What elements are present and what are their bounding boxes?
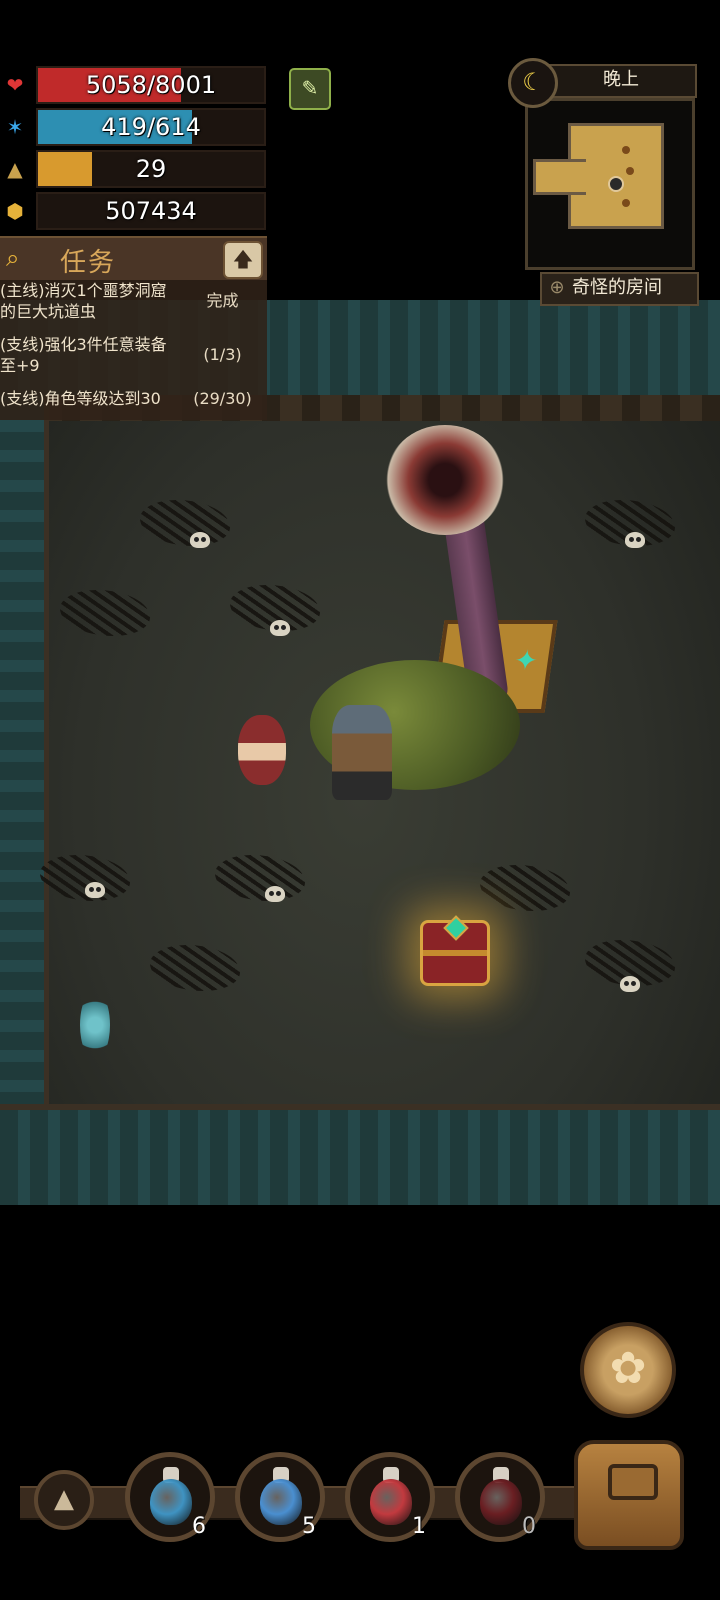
thorn-bush [150,945,240,991]
quest-header: ⌕ 任务 🡅 [0,238,267,280]
glowing-crystal-plant [80,990,110,1060]
up-triangle-icon: ▲ [54,1484,74,1514]
hp-row: ❤ 5058/8001 [0,66,270,104]
moon-icon: ☾ [508,58,558,108]
minimap-player [608,176,624,192]
minimap-marker [622,199,630,207]
gold-value: 507434 [105,197,197,225]
time-of-day-label: 晚上 [545,64,697,98]
potion-slot-2[interactable]: 5 [235,1452,325,1542]
player-character [332,705,392,800]
treasure-chest[interactable] [420,920,490,986]
potion-count: 5 [302,1514,316,1539]
quest-panel: ⌕ 任务 🡅 (主线)消灭1个噩梦洞窟的巨大坑道虫 完成 (支线)强化3件任意装… [0,236,267,420]
quest-status: (1/3) [203,345,242,364]
backpack-button[interactable] [574,1440,684,1550]
mp-row: ✶ 419/614 [0,108,270,146]
quest-status: (29/30) [193,389,252,408]
search-icon[interactable]: ⌕ [6,244,19,272]
level-row: ▲ 29 [0,150,270,188]
quest-text: (主线)消灭1个噩梦洞窟的巨大坑道虫 [0,281,167,321]
cave-wall-left [0,395,49,1110]
skull [85,882,105,898]
quest-status: 完成 [206,291,239,310]
thorn-bush [215,855,305,901]
mana-icon: ✶ [6,115,24,139]
companion-pet [238,715,286,785]
blue-potion-icon [260,1479,302,1525]
hp-bar: 5058/8001 [36,66,266,104]
quest-item[interactable]: (支线)角色等级达到30 (29/30) [0,388,267,412]
gold-bar: 507434 [36,192,266,230]
potion-slot-4[interactable]: 0 [455,1452,545,1542]
potion-count: 6 [192,1514,206,1539]
potion-count: 1 [412,1514,426,1539]
gold-row: ⬢ 507434 [0,192,270,230]
zoom-icon[interactable]: ⊕ [542,274,572,302]
thorn-bush [140,500,230,546]
potion-slot-3[interactable]: 1 [345,1452,435,1542]
skull [620,976,640,992]
minimap[interactable] [525,98,695,270]
paw-icon: ✿ [609,1343,647,1394]
collapse-arrow-button[interactable]: 🡅 [223,241,263,279]
room-name: 奇怪的房间 [572,277,662,298]
quest-text: (支线)强化3件任意装备至+9 [0,335,167,375]
level-bar: 29 [36,150,266,188]
skull [270,620,290,636]
minimap-corridor [533,159,586,195]
quest-title: 任务 [60,248,117,278]
scroll-icon: ✎ [301,76,319,100]
game-scene[interactable] [0,300,720,1205]
cave-wall-bottom [0,1104,720,1205]
potion-slot-1[interactable]: 6 [125,1452,215,1542]
quest-text: (支线)角色等级达到30 [0,389,161,408]
hp-value: 5058/8001 [85,71,217,99]
mp-bar: 419/614 [36,108,266,146]
blue-potion-icon [150,1479,192,1525]
potion-count: 0 [522,1514,536,1539]
gold-icon: ⬢ [6,199,24,223]
giant-tunnel-worm-head[interactable] [385,425,505,535]
red-potion-icon [480,1479,522,1525]
quest-item[interactable]: (支线)强化3件任意装备至+9 (1/3) [0,334,267,378]
minimap-marker [622,146,630,154]
expand-quickbar-button[interactable]: ▲ [34,1470,94,1530]
skull [265,886,285,902]
pet-paw-button[interactable]: ✿ [580,1322,676,1418]
level-value: 29 [135,155,167,183]
thorn-bush [480,865,570,911]
triangle-icon: ▲ [7,157,23,181]
minimap-marker [626,167,634,175]
heart-icon: ❤ [6,73,24,97]
quest-item[interactable]: (主线)消灭1个噩梦洞窟的巨大坑道虫 完成 [0,280,267,324]
red-potion-icon [370,1479,412,1525]
room-name-bar[interactable]: ⊕ 奇怪的房间 [540,272,699,306]
mp-value: 419/614 [101,113,201,141]
skull [625,532,645,548]
skull [190,532,210,548]
thorn-bush [60,590,150,636]
quest-scroll-button[interactable]: ✎ [289,68,331,110]
